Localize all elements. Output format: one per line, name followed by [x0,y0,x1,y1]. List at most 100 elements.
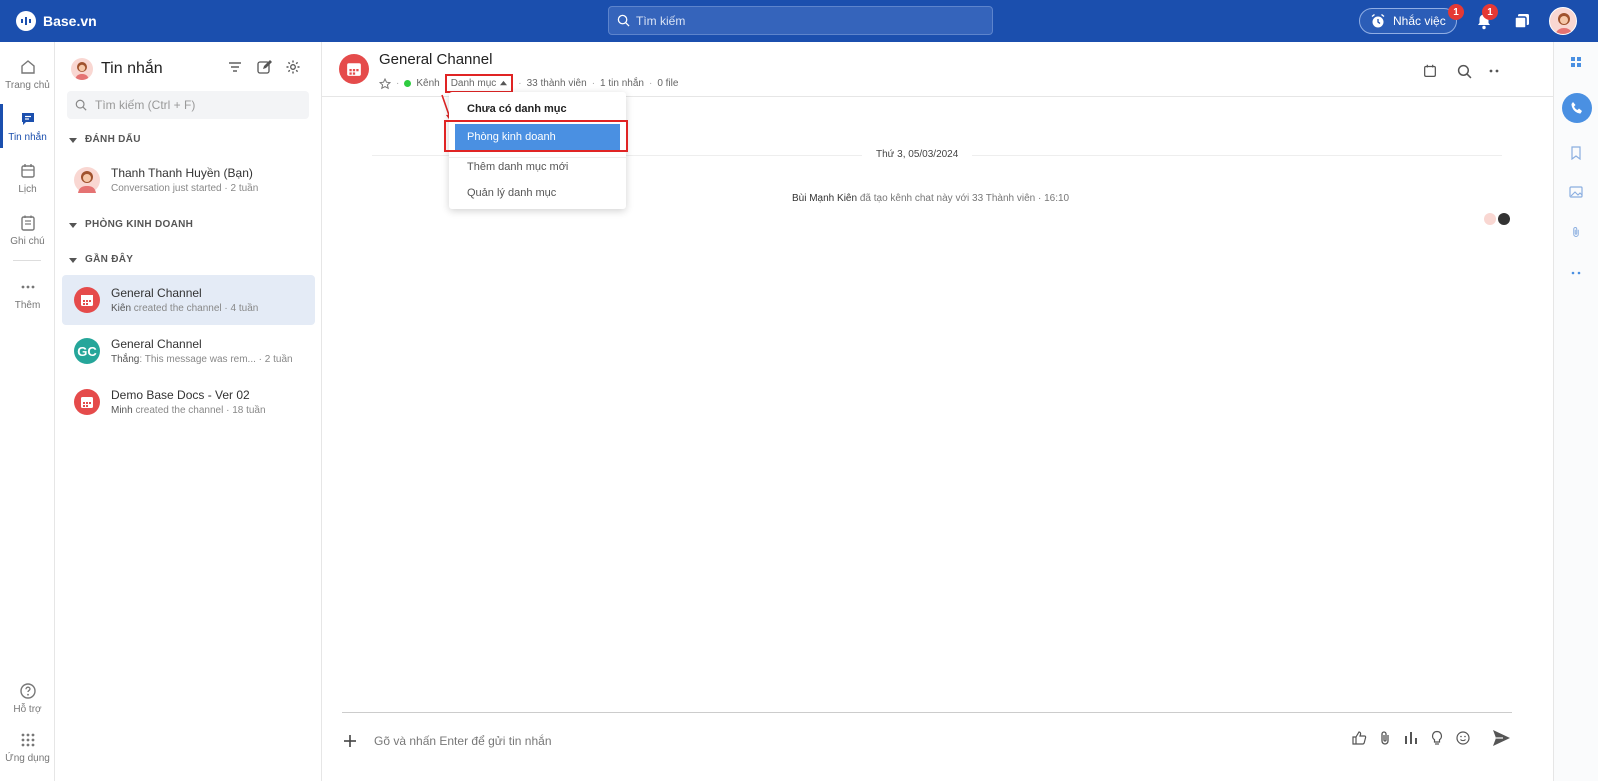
conversation-preview-text: created the channel · 4 tuần [131,303,259,314]
dropdown-header[interactable]: Chưa có danh mục [449,96,626,122]
conversation-preview: Minh created the channel · 18 tuần [111,405,266,416]
alarm-clock-icon [1371,13,1385,28]
conversation-item-self[interactable]: Thanh Thanh Huyền (Bạn) Conversation jus… [62,155,315,205]
global-search[interactable] [608,6,993,35]
avatar [1498,213,1510,225]
file-count[interactable]: 0 file [657,78,678,89]
dropdown-item-add-new[interactable]: Thêm danh mục mới [449,154,626,180]
message-composer [342,725,1512,757]
image-icon[interactable] [1567,183,1585,201]
dropdown-item-manage[interactable]: Quản lý danh mục [449,180,626,206]
nav-apps[interactable]: Ứng dụng [0,731,55,764]
conversation-sidebar: Tin nhắn ĐÁNH DẤU Thanh Thanh Huyền (Bạn… [55,42,322,781]
remind-badge: 1 [1448,4,1464,20]
sidebar-user-avatar[interactable] [71,58,93,80]
section-recent[interactable]: GẦN ĐÂY [69,254,133,265]
section-sales[interactable]: PHÒNG KINH DOANH [69,219,193,230]
note-icon [20,215,35,231]
conversation-name: Thanh Thanh Huyền (Bạn) [111,166,253,180]
conversation-item-general-1[interactable]: General Channel Kiên created the channel… [62,275,315,325]
more-icon[interactable] [1567,264,1585,282]
nav-messages[interactable]: Tin nhắn [0,104,55,148]
section-starred[interactable]: ĐÁNH DẤU [69,134,141,145]
conversation-item-general-2[interactable]: GC General Channel Thắng: This message w… [62,326,315,376]
category-dropdown: Chưa có danh mục Phòng kinh doanh Thêm d… [444,92,628,209]
more-options-icon[interactable] [1485,62,1503,80]
sidebar-title: Tin nhắn [101,60,163,77]
online-dot [404,80,412,87]
separator-dot: · [591,78,596,89]
poll-chart-icon[interactable] [1402,729,1420,747]
global-search-input[interactable] [636,13,976,28]
conversation-item-demo-docs[interactable]: Demo Base Docs - Ver 02 Minh created the… [62,377,315,427]
call-button[interactable] [1562,93,1592,123]
lightbulb-icon[interactable] [1428,729,1446,747]
conversation-name: General Channel [111,286,202,300]
bookmark-icon[interactable] [1567,144,1585,162]
phone-icon [1571,102,1582,114]
filter-icon[interactable] [227,59,243,75]
calendar-icon[interactable] [1421,62,1439,80]
channel-meta: · Kênh Danh mục · 33 thành viên · 1 tin … [379,74,678,93]
remind-button[interactable]: Nhắc việc [1359,8,1457,34]
windows-icon[interactable] [1512,11,1532,31]
nav-calendar[interactable]: Lịch [0,162,55,195]
caret-down-icon [69,257,77,263]
compose-icon[interactable] [256,59,272,75]
nav-help[interactable]: Hỗ trợ [0,682,55,715]
nav-apps-label: Ứng dụng [5,753,50,764]
notification-badge: 1 [1482,4,1498,20]
composer-tools [1350,729,1512,747]
help-icon [19,683,36,699]
conversation-preview: Thắng: This message was rem... · 2 tuần [111,354,293,365]
member-count[interactable]: 33 thành viên [527,78,587,89]
avatar [1484,213,1496,225]
nav-divider [13,260,41,261]
category-label: Danh mục [450,78,497,89]
annotation-highlight [444,120,628,152]
nav-calendar-label: Lịch [18,184,37,195]
nav-home-label: Trang chủ [5,80,50,91]
channel-calendar-icon [74,389,100,415]
channel-calendar-icon [339,54,369,84]
nav-messages-label: Tin nhắn [8,132,47,143]
date-label: Thứ 3, 05/03/2024 [862,149,973,160]
conversation-name: General Channel [111,337,202,351]
conversation-author: Minh [111,405,133,416]
plus-icon[interactable] [342,733,358,749]
system-message: Bùi Mạnh Kiên đã tạo kênh chat này với 3… [792,193,1069,204]
section-sales-label: PHÒNG KINH DOANH [85,219,194,230]
star-icon[interactable] [379,77,391,90]
search-icon [75,99,87,111]
conversation-author: Kiên [111,303,132,314]
send-icon[interactable] [1490,729,1512,747]
grid-icon[interactable] [1567,53,1585,71]
system-message-user[interactable]: Bùi Mạnh Kiên [792,193,857,204]
right-rail [1553,42,1598,781]
search-icon[interactable] [1455,62,1473,80]
message-input[interactable] [374,734,1274,748]
nav-more[interactable]: Thêm [0,278,55,311]
conversation-preview-text: : This message was rem... · 2 tuần [139,354,293,365]
nav-notes[interactable]: Ghi chú [0,214,55,247]
system-message-text: đã tạo kênh chat này với 33 Thành viên ·… [857,193,1070,204]
sidebar-search[interactable] [67,91,309,119]
apps-icon [21,733,34,747]
emoji-icon[interactable] [1454,729,1472,747]
chat-icon [21,113,34,125]
category-dropdown-toggle[interactable]: Danh mục [444,74,514,93]
paperclip-icon[interactable] [1567,223,1585,241]
settings-gear-icon[interactable] [285,59,301,75]
sidebar-search-input[interactable] [95,98,295,112]
read-receipts [1484,213,1510,225]
top-bar: Base.vn Nhắc việc 1 1 [0,0,1598,42]
separator-dot: · [518,78,522,89]
thumbs-up-icon[interactable] [1350,729,1368,747]
brand-logo[interactable]: Base.vn [16,11,97,31]
paperclip-icon[interactable] [1376,729,1394,747]
calendar-icon [20,164,35,178]
user-avatar[interactable] [1549,7,1577,35]
message-count[interactable]: 1 tin nhắn [600,78,644,89]
nav-home[interactable]: Trang chủ [0,58,55,91]
base-logo-icon [16,11,36,31]
